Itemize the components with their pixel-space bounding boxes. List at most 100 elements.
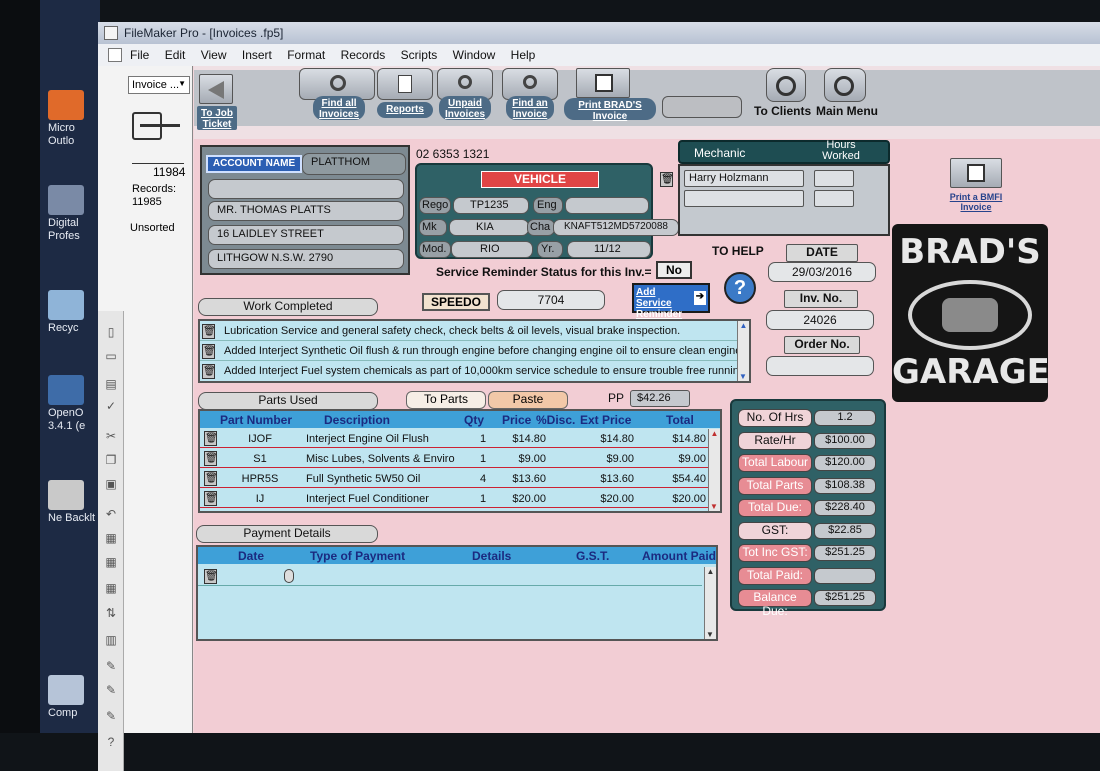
desktop-icon-recycle[interactable]: Recyc xyxy=(48,290,98,335)
tool-icon[interactable]: ✎ xyxy=(103,659,119,673)
parts-cell-price[interactable]: $20.00 xyxy=(498,493,546,505)
speedo-field[interactable]: 7704 xyxy=(497,290,605,310)
parts-scrollbar[interactable]: ▲ ▼ xyxy=(708,429,720,511)
totals-value[interactable]: 1.2 xyxy=(814,410,876,426)
parts-cell-desc[interactable]: Full Synthetic 5W50 Oil xyxy=(306,473,466,485)
blank-toolbar-field[interactable] xyxy=(662,96,742,118)
sort-icon[interactable]: ▦ xyxy=(103,581,119,595)
parts-cell-part[interactable]: HPR5S xyxy=(218,473,302,485)
parts-cell-total[interactable]: $14.80 xyxy=(648,433,706,445)
add-service-reminder-button[interactable]: Add Service Reminder ➔ xyxy=(632,283,710,320)
trash-icon[interactable]: 🗑 xyxy=(202,364,216,379)
parts-cell-qty[interactable]: 1 xyxy=(468,493,498,505)
document-icon[interactable] xyxy=(108,48,122,62)
work-line[interactable]: 🗑 Added Interject Synthetic Oil flush & r… xyxy=(200,342,749,361)
rego-field[interactable]: TP1235 xyxy=(453,197,529,214)
trash-icon[interactable]: 🗑 xyxy=(204,451,218,466)
open-folder-icon[interactable]: ▭ xyxy=(103,349,119,363)
menu-format[interactable]: Format xyxy=(287,48,325,62)
invoice-number-field[interactable]: 24026 xyxy=(766,310,874,330)
totals-value[interactable]: $251.25 xyxy=(814,545,876,561)
work-scrollbar[interactable]: ▲ ▼ xyxy=(737,321,749,381)
client-name-line-1[interactable] xyxy=(208,179,404,199)
menu-view[interactable]: View xyxy=(201,48,227,62)
parts-row[interactable]: 🗑 IJOF Interject Engine Oil Flush 1 $14.80 $1… xyxy=(200,429,708,448)
parts-cell-ext[interactable]: $13.60 xyxy=(580,473,634,485)
layout-select[interactable]: Invoice ... ▼ xyxy=(128,76,190,94)
menu-window[interactable]: Window xyxy=(453,48,496,62)
help-icon[interactable]: ? xyxy=(103,735,119,749)
parts-cell-qty[interactable]: 1 xyxy=(468,453,498,465)
parts-cell-price[interactable]: $9.00 xyxy=(498,453,546,465)
parts-cell-price[interactable]: $13.60 xyxy=(498,473,546,485)
mechanic-name-field[interactable] xyxy=(684,190,804,207)
reports-button[interactable]: Reports xyxy=(377,68,435,124)
desktop-icon-openoffice[interactable]: OpenO 3.4.1 (e xyxy=(48,375,98,433)
desktop-icon-outlook[interactable]: Micro Outlo xyxy=(48,90,98,148)
print-brads-invoice-button[interactable]: Print BRAD'S Invoice xyxy=(564,68,656,124)
record-slider[interactable] xyxy=(132,154,184,164)
tool-icon[interactable]: ✎ xyxy=(103,709,119,723)
mechanic-name-field[interactable]: Harry Holzmann xyxy=(684,170,804,187)
to-job-ticket-button[interactable]: To Job Ticket xyxy=(197,74,237,130)
payment-type-toggle[interactable] xyxy=(284,569,294,583)
unpaid-invoices-button[interactable]: Unpaid Invoices xyxy=(437,68,495,124)
trash-icon[interactable]: 🗑 xyxy=(202,324,216,339)
parts-cell-ext[interactable]: $20.00 xyxy=(580,493,634,505)
totals-value[interactable]: $228.40 xyxy=(814,500,876,516)
payment-row[interactable]: 🗑 xyxy=(198,567,702,586)
help-question-icon[interactable]: ? xyxy=(724,272,756,304)
client-name-field[interactable]: MR. THOMAS PLATTS xyxy=(208,201,404,221)
print-icon[interactable]: ▤ xyxy=(103,377,119,391)
parts-cell-price[interactable]: $14.80 xyxy=(498,433,546,445)
paste-button[interactable]: Paste xyxy=(488,391,568,409)
find-icon[interactable]: ▦ xyxy=(103,555,119,569)
year-field[interactable]: 11/12 xyxy=(567,241,651,258)
menu-file[interactable]: File xyxy=(130,48,149,62)
payment-scrollbar[interactable]: ▲ ▼ xyxy=(704,567,716,639)
parts-cell-part[interactable]: IJ xyxy=(218,493,302,505)
menu-scripts[interactable]: Scripts xyxy=(401,48,438,62)
parts-cell-qty[interactable]: 4 xyxy=(468,473,498,485)
parts-cell-total[interactable]: $9.00 xyxy=(648,453,706,465)
paste-icon[interactable]: ▣ xyxy=(103,477,119,491)
parts-row[interactable]: 🗑 IJ Interject Fuel Conditioner 1 $20.00 $20.… xyxy=(200,489,708,508)
parts-cell-desc[interactable]: Misc Lubes, Solvents & Enviro xyxy=(306,453,466,465)
account-name-field[interactable]: PLATTHOM xyxy=(302,153,406,175)
layout-icon[interactable]: ▥ xyxy=(103,633,119,647)
parts-row[interactable]: 🗑 HPR5S Full Synthetic 5W50 Oil 4 $13.60 $13.… xyxy=(200,469,708,488)
parts-cell-desc[interactable]: Interject Fuel Conditioner xyxy=(306,493,466,505)
record-number[interactable]: 11984 xyxy=(153,165,185,179)
tool-icon[interactable]: ✎ xyxy=(103,683,119,697)
street-address-field[interactable]: 16 LAIDLEY STREET xyxy=(208,225,404,245)
totals-value[interactable]: $120.00 xyxy=(814,455,876,471)
parts-cell-ext[interactable]: $9.00 xyxy=(580,453,634,465)
trash-icon[interactable]: 🗑 xyxy=(204,431,218,446)
menu-edit[interactable]: Edit xyxy=(165,48,186,62)
parts-cell-qty[interactable]: 1 xyxy=(468,433,498,445)
totals-value[interactable]: $100.00 xyxy=(814,432,876,449)
trash-icon[interactable]: 🗑 xyxy=(202,344,216,359)
parts-cell-total[interactable]: $54.40 xyxy=(648,473,706,485)
make-field[interactable]: KIA xyxy=(449,219,529,236)
trash-icon[interactable]: 🗑 xyxy=(204,471,218,486)
pp-value-field[interactable]: $42.26 xyxy=(630,390,690,407)
delete-vehicle-trash-icon[interactable]: 🗑 xyxy=(660,172,674,187)
to-clients-button[interactable]: To Clients xyxy=(754,68,814,124)
sort-az-icon[interactable]: ⇅ xyxy=(103,606,119,620)
service-reminder-status[interactable]: No xyxy=(656,261,692,279)
parts-row[interactable]: 🗑 S1 Misc Lubes, Solvents & Enviro 1 $9.00 $9… xyxy=(200,449,708,468)
suburb-state-field[interactable]: LITHGOW N.S.W. 2790 xyxy=(208,249,404,269)
trash-icon[interactable]: 🗑 xyxy=(204,491,218,506)
parts-cell-part[interactable]: S1 xyxy=(218,453,302,465)
print-bmfi-invoice-button[interactable]: Print a BMFI Invoice xyxy=(938,158,1008,214)
to-parts-button[interactable]: To Parts xyxy=(406,391,486,409)
menu-records[interactable]: Records xyxy=(341,48,386,62)
work-line[interactable]: 🗑 Lubrication Service and general safety … xyxy=(200,322,749,341)
totals-value[interactable]: $251.25 xyxy=(814,590,876,606)
desktop-icon-backit[interactable]: Ne Backlt xyxy=(48,480,98,525)
parts-cell-part[interactable]: IJOF xyxy=(218,433,302,445)
find-all-button[interactable]: Find all Invoices xyxy=(299,68,377,124)
work-line[interactable]: 🗑 Added Interject Fuel system chemicals a… xyxy=(200,362,749,381)
totals-value[interactable]: $22.85 xyxy=(814,522,876,539)
